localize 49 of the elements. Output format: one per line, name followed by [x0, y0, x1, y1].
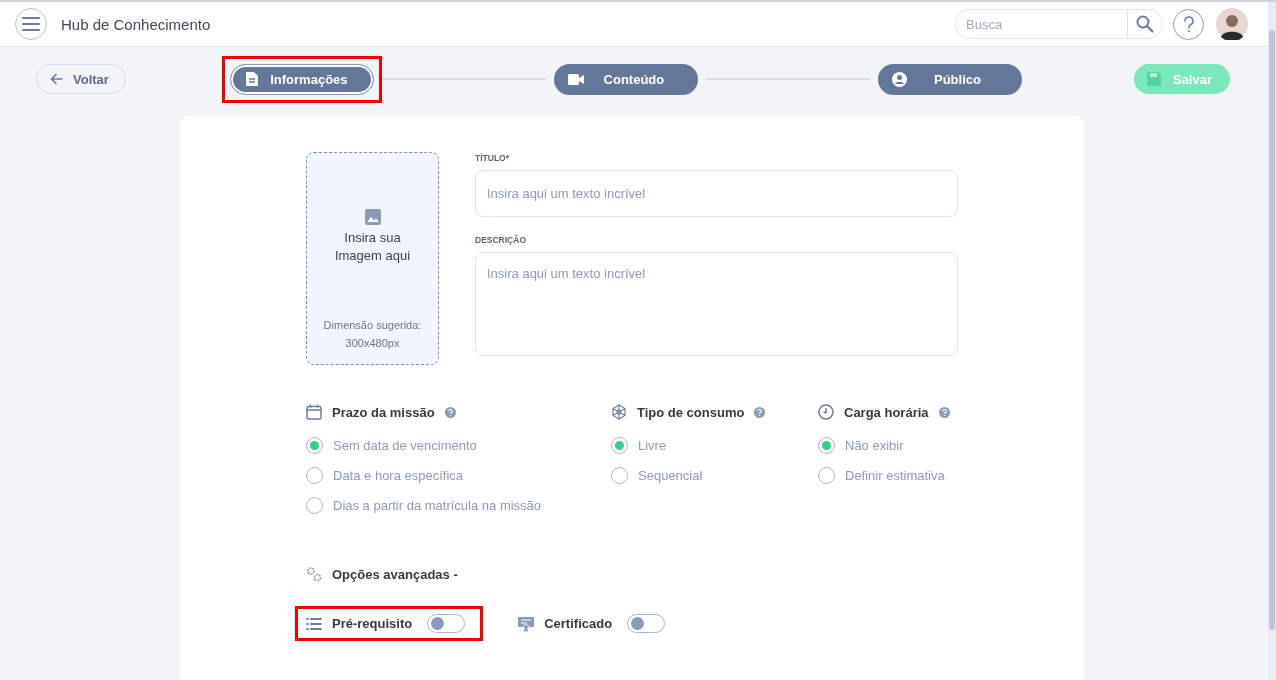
- search-icon: [1136, 15, 1154, 33]
- toggle-switch[interactable]: [427, 614, 466, 633]
- section-title: Prazo da missão: [332, 404, 435, 420]
- document-icon: [244, 71, 259, 87]
- field-label: DESCRIÇÃO: [475, 235, 527, 245]
- menu-button[interactable]: [15, 8, 47, 40]
- help-icon: [1182, 15, 1195, 33]
- input-field[interactable]: Insira aqui um texto incrível: [475, 170, 958, 217]
- step-tab[interactable]: Público: [877, 63, 1022, 95]
- menu-icon: [22, 17, 40, 31]
- section-title: Opções avançadas -: [332, 566, 458, 582]
- section-title: Carga horária: [844, 404, 929, 420]
- scrollbar[interactable]: [1268, 2, 1276, 680]
- arrow-left-icon: [50, 73, 63, 85]
- textarea-field[interactable]: Insira aqui um texto incrível: [475, 252, 958, 356]
- video-camera-icon: [567, 73, 584, 85]
- calendar-icon: [306, 404, 322, 420]
- image-icon: [364, 209, 381, 225]
- list-icon: [306, 617, 322, 630]
- upload-hint: Dimensão sugerida: 300x480px: [322, 318, 423, 351]
- step-tab[interactable]: Conteúdo: [553, 63, 698, 95]
- option-label: Definir estimativa: [845, 467, 945, 483]
- image-upload-area[interactable]: Insira sua Imagem aqui Dimensão sugerida: 300x480px: [306, 152, 439, 365]
- option-label: Não exibir: [845, 437, 904, 453]
- gears-icon: [306, 566, 322, 582]
- app-title: Hub de Conhecimento: [61, 15, 211, 33]
- user-icon: [891, 71, 907, 87]
- clock-icon: [818, 404, 834, 420]
- option-label: Livre: [638, 437, 667, 453]
- help-button[interactable]: [1173, 8, 1204, 40]
- section-title: Tipo de consumo: [637, 404, 745, 420]
- option-label: Sem data de vencimento: [333, 437, 477, 453]
- search-field[interactable]: Busca: [955, 9, 1127, 39]
- network-icon: [611, 404, 627, 420]
- toggle-label: Certificado: [544, 616, 613, 631]
- search-button[interactable]: [1127, 9, 1163, 39]
- upload-label: Insira sua Imagem aqui: [333, 229, 412, 265]
- help-icon[interactable]: [754, 406, 766, 418]
- option-label: Data e hora específica: [333, 467, 464, 483]
- help-icon[interactable]: [938, 406, 950, 418]
- toggle-label: Pré-requisito: [332, 616, 413, 631]
- option-label: Sequencial: [638, 467, 703, 483]
- field-label: TÍTULO*: [475, 153, 510, 163]
- toggle-switch[interactable]: [627, 614, 666, 633]
- help-icon[interactable]: [444, 406, 456, 418]
- step-tab[interactable]: Informações: [229, 63, 374, 95]
- option-label: Dias a partir da matrícula na missão: [333, 497, 542, 513]
- certificate-icon: [518, 615, 535, 632]
- avatar-icon[interactable]: [1216, 8, 1248, 40]
